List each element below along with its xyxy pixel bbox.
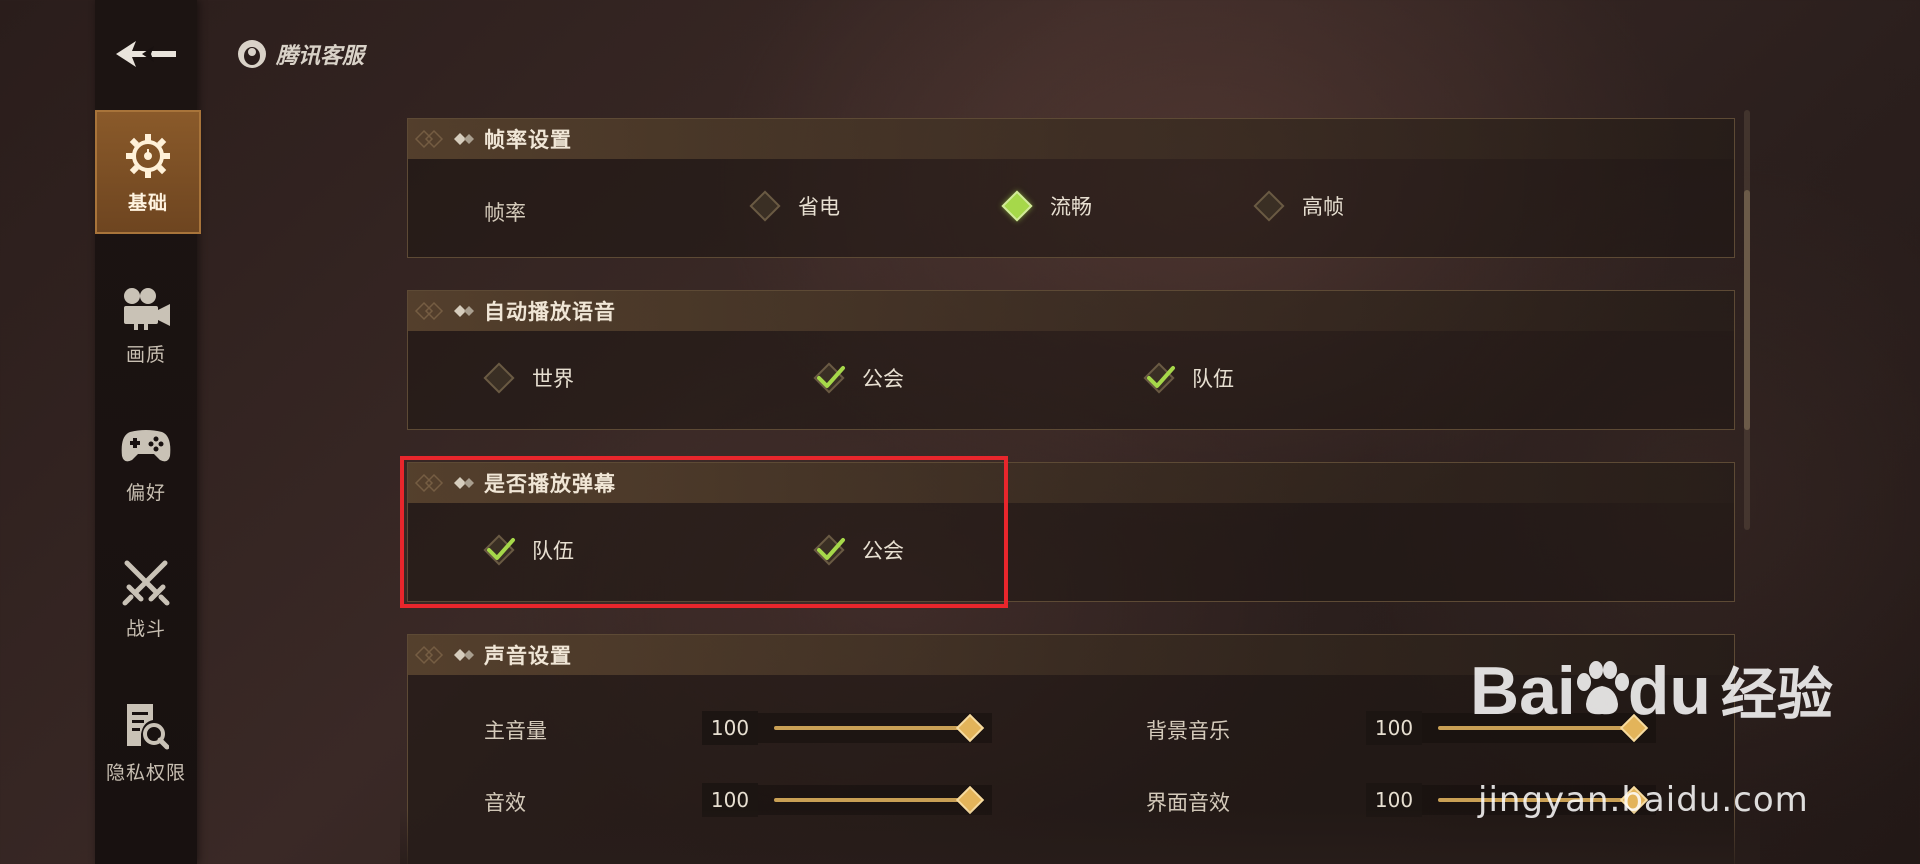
option-label: 世界 bbox=[532, 367, 574, 391]
privacy-search-icon bbox=[120, 700, 172, 752]
ui-sfx-volume-label: 界面音效 bbox=[1146, 791, 1230, 815]
section-header: 自动播放语音 bbox=[408, 291, 1734, 331]
bgm-volume-label: 背景音乐 bbox=[1146, 719, 1230, 743]
penguin-logo-icon bbox=[238, 40, 266, 68]
master-volume-slider[interactable]: 100 bbox=[702, 711, 992, 745]
header-ornament-icon bbox=[414, 301, 444, 321]
frame-rate-option-high[interactable]: 高帧 bbox=[1253, 190, 1344, 222]
watermark-cn: 经验 bbox=[1720, 663, 1833, 728]
slider-thumb[interactable] bbox=[1619, 785, 1649, 815]
checkmark-icon bbox=[487, 538, 515, 560]
slider-fill bbox=[1438, 798, 1634, 802]
diamond-bullet-icon bbox=[454, 649, 474, 661]
slider-thumb[interactable] bbox=[955, 785, 985, 815]
scrollbar-thumb[interactable] bbox=[1744, 190, 1750, 430]
slider-value: 100 bbox=[1366, 783, 1422, 817]
gear-icon bbox=[122, 130, 174, 182]
header-ornament-icon bbox=[414, 473, 444, 493]
sidebar-item-combat[interactable]: 战斗 bbox=[95, 536, 197, 660]
back-button[interactable] bbox=[113, 32, 181, 76]
sidebar-item-label: 基础 bbox=[127, 191, 168, 214]
checkmark-icon bbox=[1147, 366, 1175, 388]
slider-value: 100 bbox=[702, 783, 758, 817]
option-label: 省电 bbox=[798, 195, 840, 219]
master-volume-label: 主音量 bbox=[484, 719, 547, 743]
option-label: 流畅 bbox=[1050, 195, 1092, 219]
section-title: 是否播放弹幕 bbox=[484, 472, 616, 496]
checkmark-icon bbox=[817, 366, 845, 388]
sidebar-item-label: 偏好 bbox=[125, 481, 166, 504]
sidebar-item-preference[interactable]: 偏好 bbox=[95, 400, 197, 524]
sidebar-item-label: 战斗 bbox=[125, 617, 166, 640]
section-header: 是否播放弹幕 bbox=[408, 463, 1734, 503]
sidebar-item-privacy[interactable]: 隐私权限 bbox=[95, 680, 197, 804]
frame-rate-option-power-save[interactable]: 省电 bbox=[749, 190, 840, 222]
option-label: 公会 bbox=[862, 539, 904, 563]
sidebar-item-label: 隐私权限 bbox=[105, 761, 186, 784]
diamond-bullet-icon bbox=[454, 305, 474, 317]
bgm-volume-slider[interactable]: 100 bbox=[1366, 711, 1656, 745]
section-title: 自动播放语音 bbox=[484, 300, 616, 324]
radio-diamond-icon bbox=[749, 190, 781, 222]
sidebar-item-quality[interactable]: 画质 bbox=[95, 262, 197, 386]
section-title: 帧率设置 bbox=[484, 128, 572, 152]
slider-value: 100 bbox=[702, 711, 758, 745]
auto-voice-option-guild[interactable]: 公会 bbox=[813, 362, 904, 394]
diamond-bullet-icon bbox=[454, 477, 474, 489]
section-header: 声音设置 bbox=[408, 635, 1734, 675]
back-arrow-icon bbox=[116, 41, 176, 67]
radio-diamond-icon bbox=[1253, 190, 1285, 222]
camera-icon bbox=[120, 282, 172, 334]
frame-rate-option-smooth[interactable]: 流畅 bbox=[1001, 190, 1092, 222]
crossed-swords-icon bbox=[120, 556, 172, 608]
section-title: 声音设置 bbox=[484, 644, 572, 668]
danmaku-panel: 是否播放弹幕 队伍 公会 bbox=[407, 462, 1735, 602]
slider-fill bbox=[1438, 726, 1634, 730]
auto-voice-option-world[interactable]: 世界 bbox=[483, 362, 574, 394]
ui-sfx-volume-slider[interactable]: 100 bbox=[1366, 783, 1656, 817]
option-label: 队伍 bbox=[532, 539, 574, 563]
diamond-bullet-icon bbox=[454, 133, 474, 145]
section-header: 帧率设置 bbox=[408, 119, 1734, 159]
sfx-volume-slider[interactable]: 100 bbox=[702, 783, 992, 817]
danmaku-option-guild[interactable]: 公会 bbox=[813, 534, 904, 566]
header-ornament-icon bbox=[414, 645, 444, 665]
checkbox-diamond-icon bbox=[483, 362, 515, 394]
slider-value: 100 bbox=[1366, 711, 1422, 745]
sidebar-item-basic[interactable]: 基础 bbox=[95, 110, 201, 234]
option-label: 队伍 bbox=[1192, 367, 1234, 391]
sidebar: 基础 画质 偏好 战斗 隐私权限 bbox=[95, 0, 201, 864]
sidebar-item-label: 画质 bbox=[125, 343, 166, 366]
scrollbar[interactable] bbox=[1744, 110, 1750, 530]
option-label: 高帧 bbox=[1302, 195, 1344, 219]
gamepad-icon bbox=[120, 420, 172, 472]
brand-logo[interactable]: 腾讯客服 bbox=[236, 36, 364, 72]
slider-fill bbox=[774, 798, 970, 802]
danmaku-option-team[interactable]: 队伍 bbox=[483, 534, 574, 566]
sfx-volume-label: 音效 bbox=[484, 791, 526, 815]
slider-fill bbox=[774, 726, 970, 730]
slider-thumb[interactable] bbox=[1619, 713, 1649, 743]
frame-rate-label: 帧率 bbox=[484, 201, 526, 225]
slider-thumb[interactable] bbox=[955, 713, 985, 743]
frame-rate-panel: 帧率设置 帧率 省电 流畅 高帧 bbox=[407, 118, 1735, 258]
header-ornament-icon bbox=[414, 129, 444, 149]
option-label: 公会 bbox=[862, 367, 904, 391]
radio-diamond-selected-icon bbox=[1001, 190, 1033, 222]
brand-name: 腾讯客服 bbox=[276, 44, 365, 69]
auto-voice-option-team[interactable]: 队伍 bbox=[1143, 362, 1234, 394]
sound-panel: 声音设置 主音量 100 背景音乐 100 音效 100 界面音效 100 bbox=[407, 634, 1735, 864]
auto-voice-panel: 自动播放语音 世界 公会 队伍 bbox=[407, 290, 1735, 430]
checkmark-icon bbox=[817, 538, 845, 560]
